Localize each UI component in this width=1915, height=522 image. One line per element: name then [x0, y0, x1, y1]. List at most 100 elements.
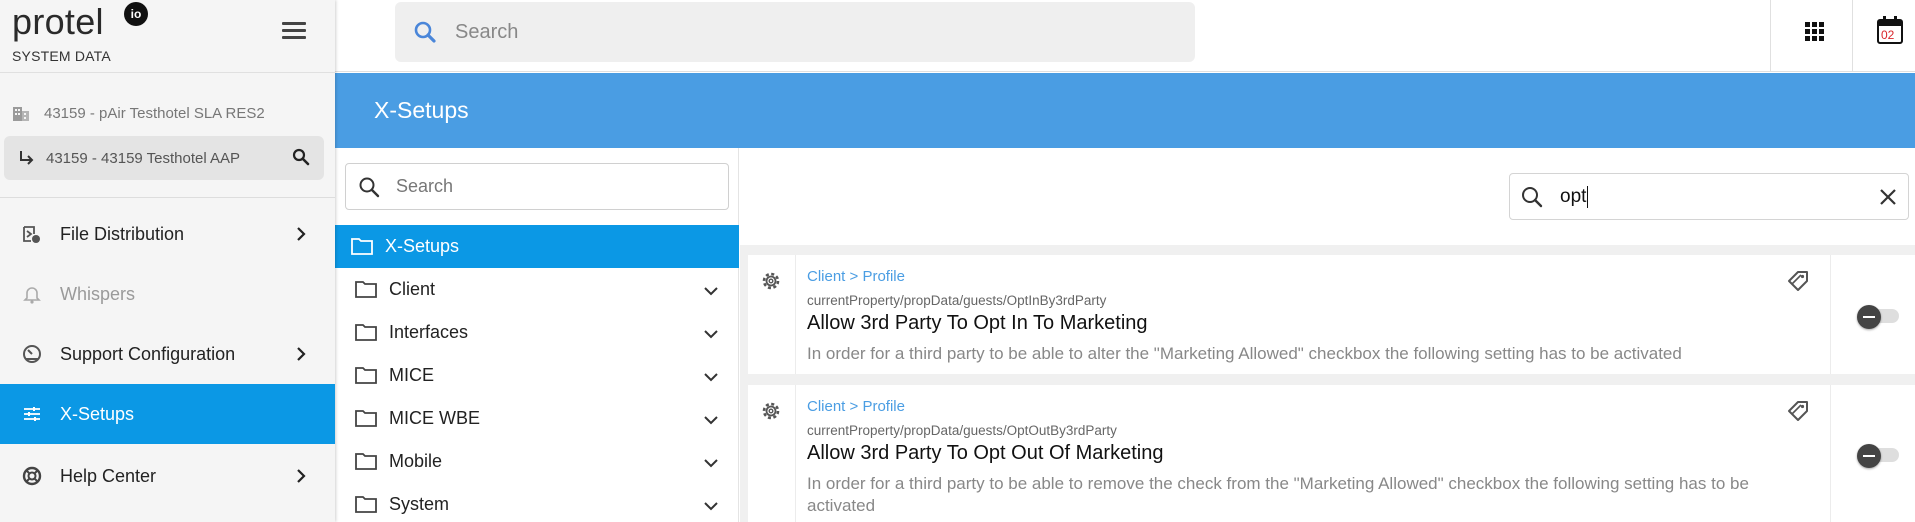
menu-toggle-button[interactable]: [282, 22, 306, 40]
brand-logo[interactable]: protel io SYSTEM DATA: [12, 1, 148, 64]
logo-mark: io: [124, 2, 148, 26]
gear-icon[interactable]: [760, 400, 782, 422]
folder-icon: [355, 324, 377, 341]
grid-icon: [1805, 22, 1824, 41]
search-icon: [359, 177, 380, 198]
chevron-right-icon: [297, 227, 306, 241]
card-path: currentProperty/propData/guests/OptInBy3…: [807, 293, 1107, 308]
setting-card: Client > Profile currentProperty/propDat…: [748, 255, 1915, 374]
sliders-icon: [24, 407, 40, 421]
speedometer-icon: [23, 345, 41, 363]
tree-item-interfaces[interactable]: Interfaces: [335, 311, 739, 354]
toggle-knob: [1857, 444, 1881, 468]
search-icon[interactable]: [292, 148, 310, 166]
apps-button[interactable]: [1800, 0, 1860, 72]
page-header: X-Setups: [335, 73, 1915, 148]
divider: [0, 72, 335, 73]
text-caret: [1587, 185, 1589, 208]
current-property: 43159 - pAir Testhotel SLA RES2: [12, 100, 265, 126]
card-path: currentProperty/propData/guests/OptOutBy…: [807, 423, 1117, 438]
tree-item-label: MICE WBE: [389, 408, 481, 428]
folder-icon: [355, 453, 377, 470]
tree-search-input[interactable]: Search: [345, 163, 729, 210]
card-breadcrumb[interactable]: Client > Profile: [807, 398, 905, 415]
folder-icon: [355, 496, 377, 513]
card-title: Allow 3rd Party To Opt Out Of Marketing: [807, 442, 1164, 464]
results-panel: opt Client > Profile currentProperty/pro…: [740, 148, 1915, 522]
nav-item-support-configuration[interactable]: Support Configuration: [0, 324, 335, 384]
folder-icon: [351, 238, 373, 255]
nav-label: Whispers: [60, 283, 136, 304]
return-arrow-icon: [20, 151, 34, 165]
nav-label: Support Configuration: [60, 343, 236, 364]
divider: [1770, 0, 1771, 72]
app-root: protel io SYSTEM DATA 43159 - pAir Testh…: [0, 0, 1915, 522]
tree-item-client[interactable]: Client: [335, 268, 739, 311]
card-toggle-column: [1830, 385, 1915, 522]
tree-item-label: MICE: [389, 365, 434, 385]
nav-item-x-setups[interactable]: X-Setups: [0, 384, 335, 444]
chevron-down-icon: [704, 373, 718, 382]
property-selector-label: 43159 - 43159 Testhotel AAP: [46, 149, 241, 167]
calendar-day: 02: [1881, 28, 1895, 42]
sidebar: protel io SYSTEM DATA 43159 - pAir Testh…: [0, 0, 335, 522]
current-property-label: 43159 - pAir Testhotel SLA RES2: [44, 104, 265, 122]
search-placeholder: Search: [455, 21, 519, 43]
filter-bar: opt: [740, 148, 1915, 245]
tree-search-placeholder: Search: [396, 176, 454, 196]
setting-card: Client > Profile currentProperty/propDat…: [748, 385, 1915, 522]
chevron-right-icon: [297, 469, 306, 483]
tree-item-mice[interactable]: MICE: [335, 354, 739, 397]
card-breadcrumb[interactable]: Client > Profile: [807, 268, 905, 285]
page-title: X-Setups: [374, 97, 469, 123]
tree-item-label: X-Setups: [385, 236, 460, 256]
property-selector[interactable]: 43159 - 43159 Testhotel AAP: [4, 136, 324, 180]
chevron-right-icon: [297, 347, 306, 361]
chevron-down-icon: [704, 459, 718, 468]
filter-value: opt: [1560, 186, 1587, 207]
tree-item-x-setups[interactable]: X-Setups: [335, 225, 739, 268]
tree-item-mobile[interactable]: Mobile: [335, 440, 739, 483]
lifebuoy-icon: [22, 466, 42, 486]
building-icon: [13, 107, 29, 121]
tag-icon[interactable]: [1786, 269, 1810, 293]
file-distribution-icon: [23, 226, 40, 243]
tree-item-mice-wbe[interactable]: MICE WBE: [335, 397, 739, 440]
folder-icon: [355, 367, 377, 384]
nav-label: X-Setups: [60, 403, 135, 424]
logo-subtitle: SYSTEM DATA: [12, 48, 111, 64]
top-bar: Search 02: [335, 0, 1915, 72]
tree-item-system[interactable]: System: [335, 483, 739, 522]
nav-label: File Distribution: [60, 223, 185, 244]
card-gear-column: [748, 255, 796, 374]
nav-item-file-distribution[interactable]: File Distribution: [0, 204, 335, 264]
tree-item-label: Mobile: [389, 451, 443, 471]
gear-icon[interactable]: [760, 270, 782, 292]
hamburger-icon: [282, 22, 306, 25]
folder-icon: [355, 410, 377, 427]
tree-item-label: Interfaces: [389, 322, 469, 342]
tag-icon[interactable]: [1786, 399, 1810, 423]
nav-item-help-center[interactable]: Help Center: [0, 446, 335, 506]
nav-item-whispers[interactable]: Whispers: [0, 264, 335, 324]
nav-label: Help Center: [60, 465, 157, 486]
card-toggle-column: [1830, 255, 1915, 374]
close-icon[interactable]: [1878, 187, 1898, 207]
chevron-down-icon: [704, 416, 718, 425]
calendar-button[interactable]: 02: [1875, 0, 1915, 72]
card-description: In order for a third party to be able to…: [807, 474, 1749, 515]
chevron-down-icon: [704, 330, 718, 339]
category-tree: Search X-Setups Client Interfaces MICE M…: [335, 148, 739, 522]
tree-item-label: Client: [389, 279, 436, 299]
folder-icon: [355, 281, 377, 298]
tree-item-label: System: [389, 494, 450, 514]
divider: [0, 197, 335, 198]
divider: [1852, 0, 1853, 72]
search-icon: [1522, 187, 1543, 208]
card-gear-column: [748, 385, 796, 522]
filter-value-wrap: opt: [1560, 174, 1589, 219]
card-description: In order for a third party to be able to…: [807, 344, 1682, 363]
filter-input[interactable]: opt: [1509, 173, 1909, 220]
logo-text: protel: [12, 1, 104, 42]
global-search-input[interactable]: Search: [395, 2, 1195, 62]
